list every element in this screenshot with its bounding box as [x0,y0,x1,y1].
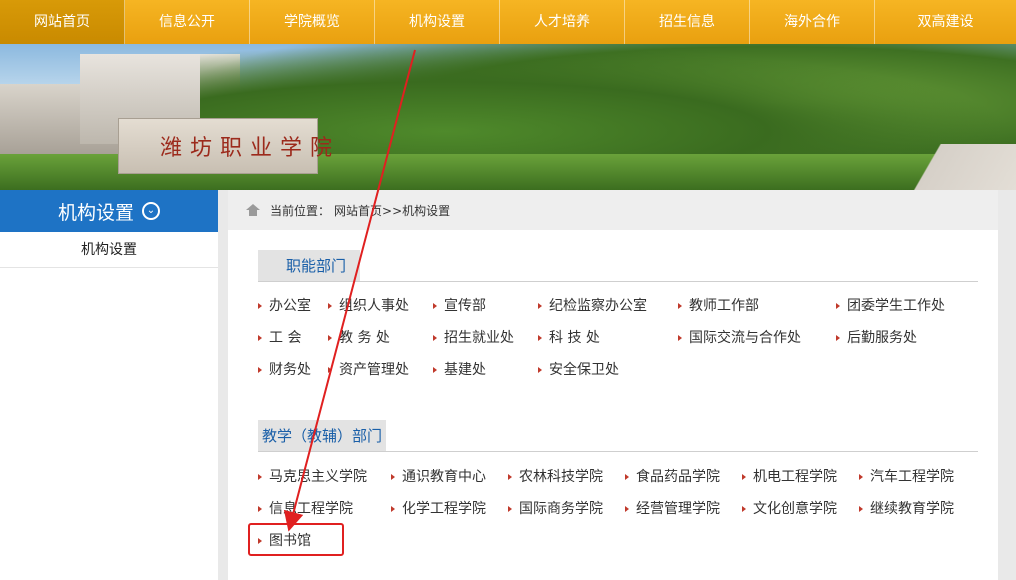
top-nav: 网站首页 信息公开 学院概览 机构设置 人才培养 招生信息 海外合作 双高建设 [0,0,1016,44]
main-content: 当前位置： 网站首页>>机构设置 [228,190,998,580]
sidebar-title: 机构设置 [57,201,134,224]
dept-link[interactable]: 宣传部 [433,295,486,315]
sidebar: 机构设置 ⌄ 机构设置 [0,190,218,580]
nav-item-info[interactable]: 信息公开 [125,0,250,44]
dept-link[interactable]: 经营管理学院 [625,498,720,518]
stone-inscription: 潍坊职业学院 [160,136,341,161]
dept-link[interactable]: 汽车工程学院 [859,466,954,486]
dept-link[interactable]: 通识教育中心 [391,466,486,486]
dept-link[interactable]: 农林科技学院 [508,466,603,486]
nav-item-organization[interactable]: 机构设置 [375,0,500,44]
dept-link[interactable]: 安全保卫处 [538,359,619,379]
dept-link[interactable]: 化学工程学院 [391,498,486,518]
dept-link[interactable]: 教师工作部 [678,295,759,315]
dept-link[interactable]: 马克思主义学院 [258,466,367,486]
dept-link[interactable]: 食品药品学院 [625,466,720,486]
section-title-teaching: 教学（教辅）部门 [258,420,387,452]
highlight-box [248,523,344,556]
section-title-functional: 职能部门 [258,250,361,282]
dept-link[interactable]: 国际交流与合作处 [678,327,801,347]
dept-link[interactable]: 团委学生工作处 [836,295,945,315]
dept-link[interactable]: 继续教育学院 [859,498,954,518]
dept-link[interactable]: 办公室 [258,295,311,315]
campus-banner: 潍坊职业学院 [0,44,1016,190]
chevron-down-icon: ⌄ [142,202,160,220]
dept-link[interactable]: 机电工程学院 [742,466,837,486]
nav-item-overseas[interactable]: 海外合作 [750,0,875,44]
dept-link[interactable]: 工 会 [258,327,301,347]
breadcrumb-path[interactable]: 网站首页>>机构设置 [334,202,450,219]
dept-link[interactable]: 后勤服务处 [836,327,917,347]
dept-link[interactable]: 教 务 处 [328,327,390,347]
dept-link[interactable]: 招生就业处 [433,327,514,347]
dept-link[interactable]: 信息工程学院 [258,498,353,518]
sidebar-header[interactable]: 机构设置 ⌄ [0,190,218,232]
nav-item-double-high[interactable]: 双高建设 [875,0,1016,44]
breadcrumb-label: 当前位置： [270,203,331,218]
sidebar-item-organization[interactable]: 机构设置 [0,232,218,268]
dept-link[interactable]: 组织人事处 [328,295,409,315]
dept-link[interactable]: 资产管理处 [328,359,409,379]
dept-link[interactable]: 文化创意学院 [742,498,837,518]
dept-link[interactable]: 纪检监察办公室 [538,295,647,315]
dept-link[interactable]: 科 技 处 [538,327,600,347]
nav-item-talent[interactable]: 人才培养 [500,0,625,44]
home-icon [246,204,260,216]
nav-item-admission[interactable]: 招生信息 [625,0,750,44]
breadcrumb: 当前位置： 网站首页>>机构设置 [228,190,998,230]
nav-item-overview[interactable]: 学院概览 [250,0,375,44]
nav-item-home[interactable]: 网站首页 [0,0,125,44]
dept-link[interactable]: 国际商务学院 [508,498,603,518]
dept-link[interactable]: 财务处 [258,359,311,379]
dept-link[interactable]: 基建处 [433,359,486,379]
